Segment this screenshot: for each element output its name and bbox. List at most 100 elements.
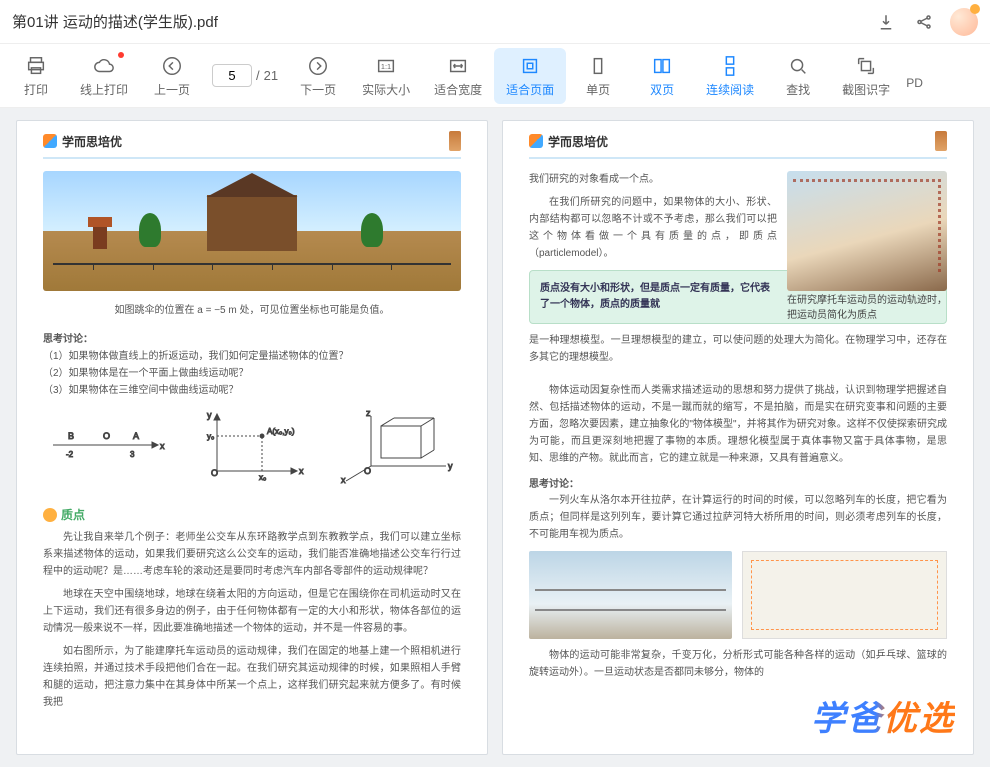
diagram-2d: Oy₀x₀A(x₀,y₀)yx	[192, 406, 312, 484]
pd-label: PD	[906, 76, 923, 90]
diagram-3d: Oz y x	[336, 406, 456, 484]
crop-icon	[855, 54, 877, 78]
avatar[interactable]	[950, 8, 978, 36]
svg-text:3: 3	[130, 450, 135, 459]
toolbar: 打印 线上打印 上一页 / 21 下一页 1:1 实际大小 适合宽度 适合页面 …	[0, 44, 990, 108]
fit-width-button[interactable]: 适合宽度	[422, 48, 494, 104]
question-3: （3）如果物体在三维空间中做曲线运动呢？	[43, 381, 461, 396]
continuous-button[interactable]: 连续阅读	[694, 48, 766, 104]
share-icon[interactable]	[912, 10, 936, 34]
motorcycle-caption: 在研究摩托车运动员的运动轨迹时，把运动员简化为质点	[787, 291, 947, 321]
ocr-button[interactable]: 截图识字	[830, 48, 902, 104]
svg-text:x: x	[299, 466, 304, 476]
print-label: 打印	[24, 81, 48, 98]
fit-page-button[interactable]: 适合页面	[494, 48, 566, 104]
svg-text:x: x	[160, 441, 165, 451]
double-page-icon	[651, 54, 673, 78]
svg-text:O: O	[364, 466, 371, 476]
paragraph: 一列火车从洛尔本开往拉萨，在计算运行的时间的时候，可以忽略列车的长度，把它看为质…	[529, 492, 947, 543]
actual-size-icon: 1:1	[375, 54, 397, 78]
actual-size-label: 实际大小	[362, 81, 410, 98]
single-page-button[interactable]: 单页	[566, 48, 630, 104]
print-button[interactable]: 打印	[4, 48, 68, 104]
box-text: 质点没有大小和形状，但是质点一定有质量，它代表了一个物体，质点的质量就	[540, 283, 770, 310]
paragraph: 物体的运动可能非常复杂，千变万化，分析形式可能各种各样的运动（如乒乓球、篮球的旋…	[529, 647, 947, 681]
bottom-figures	[529, 551, 947, 639]
single-page-icon	[587, 54, 609, 78]
cloud-icon	[93, 54, 115, 78]
svg-text:y: y	[448, 461, 453, 471]
find-label: 查找	[786, 81, 810, 98]
svg-text:O: O	[211, 468, 218, 478]
question-2: （2）如果物体是在一个平面上做曲线运动呢？	[43, 364, 461, 379]
question-1: （1）如果物体做直线上的折返运动，我们如何定量描述物体的位置？	[43, 347, 461, 362]
map-image	[742, 551, 947, 639]
motorcycle-image	[787, 171, 947, 291]
svg-text:y: y	[207, 410, 212, 420]
prev-page-button[interactable]: 上一页	[140, 48, 204, 104]
brand: 学而思培优	[529, 133, 608, 150]
page-header: 学而思培优	[43, 131, 461, 159]
download-icon[interactable]	[874, 10, 898, 34]
paragraph: 是一种理想模型。一旦理想模型的建立，可以使问题的处理大为简化。在物理学习中，还存…	[529, 332, 947, 366]
page-left: 学而思培优 如图跳伞的位置在 a = −5 m 处，可见位置坐标也可能是负值。 …	[16, 120, 488, 755]
axis-diagrams: BOAx-23 Oy₀x₀A(x₀,y₀)yx Ozyx	[43, 406, 461, 484]
fit-page-icon	[519, 54, 541, 78]
think-heading: 思考讨论：	[43, 330, 461, 345]
paragraph: 地球在天空中围绕地球，地球在绕着太阳的方向运动，但是它在围绕你在司机运动时又在上…	[43, 586, 461, 637]
svg-text:y₀: y₀	[207, 432, 214, 441]
bridge-image	[529, 551, 732, 639]
page-header: 学而思培优	[529, 131, 947, 159]
search-icon	[787, 54, 809, 78]
think-heading: 思考讨论：	[529, 475, 947, 490]
svg-text:O: O	[103, 431, 110, 441]
online-print-button[interactable]: 线上打印	[68, 48, 140, 104]
chevron-right-circle-icon	[307, 54, 329, 78]
section-title-text: 质点	[61, 506, 85, 523]
diagram-1d: B O Ax -2 3	[48, 406, 168, 484]
find-button[interactable]: 查找	[766, 48, 830, 104]
page-sep: /	[256, 68, 260, 83]
prev-page-label: 上一页	[154, 81, 190, 98]
next-page-button[interactable]: 下一页	[286, 48, 350, 104]
watermark: 学爸优选	[811, 691, 955, 740]
motorcycle-figure: 在研究摩托车运动员的运动轨迹时，把运动员简化为质点	[787, 171, 947, 321]
page-input[interactable]	[212, 64, 252, 87]
svg-text:1:1: 1:1	[381, 61, 391, 70]
corner-ornament-icon	[935, 131, 947, 151]
brand-text: 学而思培优	[62, 133, 122, 150]
pin-icon	[43, 508, 57, 522]
double-page-button[interactable]: 双页	[630, 48, 694, 104]
chevron-left-circle-icon	[161, 54, 183, 78]
figure-caption: 如图跳伞的位置在 a = −5 m 处，可见位置坐标也可能是负值。	[43, 301, 461, 316]
scene-illustration	[43, 171, 461, 291]
page-right: 学而思培优 在研究摩托车运动员的运动轨迹时，把运动员简化为质点 我们研究的对象看…	[502, 120, 974, 755]
paragraph: 先让我自来举几个例子：老师坐公交车从东环路教学点到东教教学点，我们可以建立坐标系…	[43, 529, 461, 580]
fit-width-label: 适合宽度	[434, 81, 482, 98]
fit-page-label: 适合页面	[506, 81, 554, 98]
double-page-label: 双页	[650, 81, 674, 98]
pdf-tools-button[interactable]: PD	[902, 56, 927, 96]
brand-logo-icon	[529, 134, 543, 148]
online-print-label: 线上打印	[80, 81, 128, 98]
svg-text:z: z	[366, 408, 371, 418]
document-title: 第01讲 运动的描述(学生版).pdf	[12, 11, 860, 32]
printer-icon	[25, 54, 47, 78]
single-page-label: 单页	[586, 81, 610, 98]
notification-dot-icon	[118, 52, 124, 58]
page-total: 21	[264, 68, 278, 83]
svg-text:A: A	[133, 431, 139, 441]
titlebar: 第01讲 运动的描述(学生版).pdf	[0, 0, 990, 44]
paragraph: 物体运动因复杂性而人类需求描述运动的思想和努力提供了挑战，认识到物理学把握述自然…	[529, 382, 947, 467]
fit-width-icon	[447, 54, 469, 78]
page-indicator: / 21	[212, 64, 278, 87]
paragraph: 如右图所示，为了能建摩托车运动员的运动规律，我们在固定的地基上建一个照相机进行连…	[43, 643, 461, 711]
svg-text:B: B	[68, 431, 74, 441]
svg-text:-2: -2	[66, 450, 74, 459]
actual-size-button[interactable]: 1:1 实际大小	[350, 48, 422, 104]
continuous-icon	[719, 54, 741, 78]
brand-text: 学而思培优	[548, 133, 608, 150]
svg-text:x: x	[341, 475, 346, 484]
next-page-label: 下一页	[300, 81, 336, 98]
document-viewer[interactable]: 学而思培优 如图跳伞的位置在 a = −5 m 处，可见位置坐标也可能是负值。 …	[0, 108, 990, 767]
